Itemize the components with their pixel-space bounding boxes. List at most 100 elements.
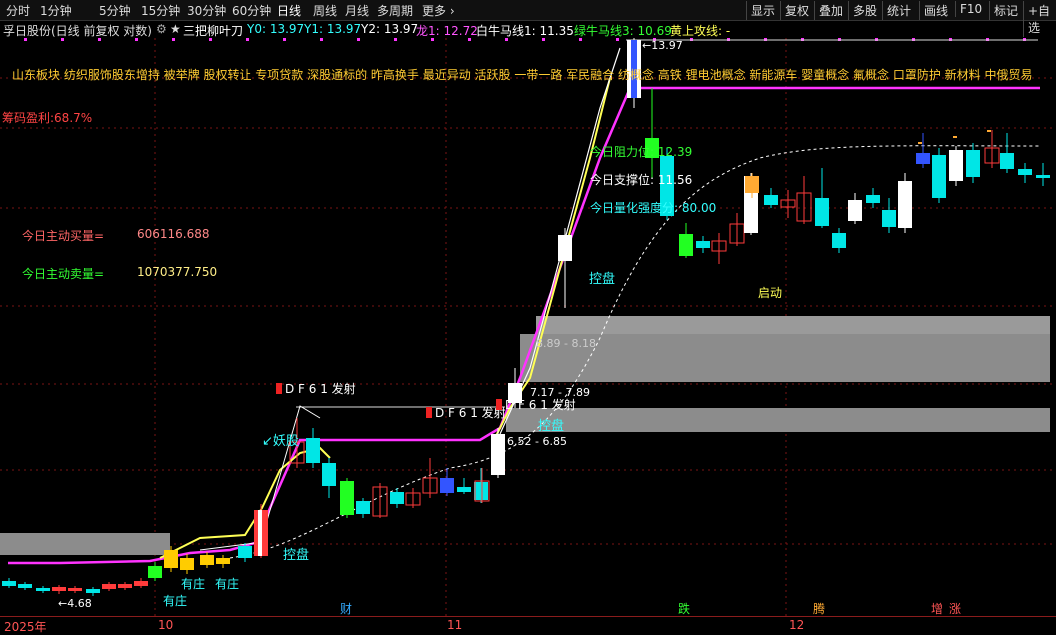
candle-body [491, 434, 505, 475]
tab-weekly[interactable]: 周线 [313, 2, 337, 19]
period-toolbar: 分时 1分钟 5分钟 15分钟 30分钟 60分钟 日线 周线 月线 多周期 更… [0, 0, 1056, 37]
green-line-value: 绿牛马线3: 10.69 [574, 24, 672, 38]
buy-volume-label: 今日主动买量= [22, 229, 105, 243]
strength-label: 今日量化强度分: 80.00 [590, 201, 717, 215]
marker-dot [579, 38, 582, 41]
f10-button[interactable]: F10 [955, 1, 986, 17]
concept-tags: 山东板块 纺织服饰股东增持 被举牌 股权转让 专项贷款 深股通标的 昨高换手 最… [12, 68, 1033, 82]
tab-5min[interactable]: 5分钟 [99, 2, 131, 19]
candle-body [1000, 153, 1014, 169]
display-button[interactable]: 显示 [746, 1, 779, 20]
candle-body [1018, 169, 1032, 175]
df61-signal-3: D F 6 1 发射 [496, 396, 576, 413]
event-cai[interactable]: 财 [340, 600, 352, 617]
event-die[interactable]: 跌 [678, 600, 690, 617]
dragon-value: 龙1: 12.72 [416, 24, 478, 38]
candle-body [148, 566, 162, 578]
tab-multi-period[interactable]: 多周期 [377, 2, 413, 19]
candle-body [390, 492, 404, 504]
marker-dot [505, 38, 508, 41]
band-top-1 [536, 316, 1050, 334]
y0-value: Y0: 13.97 [247, 22, 305, 36]
multi-stock-button[interactable]: 多股 [848, 1, 881, 20]
candle-body [306, 438, 320, 463]
sell-volume-label: 今日主动卖量= [22, 267, 105, 281]
candle-body [558, 235, 572, 261]
band-low [0, 533, 170, 555]
candle-body [356, 501, 370, 514]
marker-dot [24, 38, 27, 41]
candle-body [340, 481, 354, 515]
candle-body [36, 588, 50, 591]
event-teng[interactable]: 腾 [813, 600, 825, 617]
band-mid [506, 408, 1050, 432]
tab-60min[interactable]: 60分钟 [232, 2, 271, 19]
star-icon[interactable]: ★ [170, 22, 181, 36]
candle-body [815, 198, 829, 226]
overlay-button[interactable]: 叠加 [814, 1, 847, 20]
candle-body [916, 153, 930, 164]
candle-body [118, 584, 132, 588]
df61-signal-1: D F 6 1 发射 [276, 380, 356, 397]
candle-body [898, 181, 912, 228]
candle-body [238, 546, 252, 558]
top-price-label: ←13.97 [642, 39, 683, 52]
candle-body [474, 482, 488, 500]
top-marker [953, 136, 957, 138]
candle-body [745, 176, 759, 193]
candle-body [440, 478, 454, 493]
marker-dot [616, 38, 619, 41]
candle-body [86, 589, 100, 593]
price-bands [0, 39, 1050, 555]
candle-body [18, 584, 32, 588]
tab-1min[interactable]: 1分钟 [40, 2, 72, 19]
candle-body [164, 550, 178, 568]
candle-body [180, 558, 194, 570]
marker-dot [542, 38, 545, 41]
axis-month-11: 11 [447, 618, 463, 632]
youzhuang-label-2: 有庄 [215, 577, 240, 591]
candle-body [322, 463, 336, 486]
white-line-value: 白牛马线1: 11.35 [476, 24, 574, 38]
stats-button[interactable]: 统计 [882, 1, 915, 20]
tab-daily[interactable]: 日线 [277, 2, 301, 19]
axis-month-10: 10 [158, 618, 174, 632]
yaogu-label: ↙妖股 [262, 434, 299, 449]
candle-body [52, 587, 66, 591]
chip-profit-label: 筹码盈利:68.7% [2, 111, 93, 125]
kongpan-label-1: 控盘 [589, 272, 616, 287]
marker-dot [431, 38, 434, 41]
kline-chart[interactable] [0, 38, 1056, 616]
tab-30min[interactable]: 30分钟 [187, 2, 226, 19]
candle-body [1036, 175, 1050, 178]
candle-body [932, 155, 946, 198]
event-zeng[interactable]: 增 [931, 600, 943, 617]
y2-value: Y2: 13.97 [361, 22, 419, 36]
band3-label: 6.52 - 6.85 [507, 435, 567, 448]
marker-dot [135, 38, 138, 41]
qidong-label: 启动 [758, 286, 783, 300]
event-zhang[interactable]: 涨 [949, 600, 961, 617]
tab-15min[interactable]: 15分钟 [141, 2, 180, 19]
mark-button[interactable]: 标记 [989, 1, 1022, 20]
candle-body [102, 584, 116, 589]
low-price-label: ←4.68 [58, 597, 92, 610]
kongpan-label-3: 控盘 [283, 548, 310, 563]
indicator-info-bar: 孚日股份(日线 前复权 对数) ⚙ ★ 三把柳叶刀 Y0: 13.97 Y1: … [0, 20, 1056, 38]
indicator-name[interactable]: 三把柳叶刀 [183, 22, 243, 39]
marker-dot [283, 38, 286, 41]
draw-line-button[interactable]: 画线 [919, 1, 952, 20]
axis-year: 2025年 [4, 620, 47, 634]
candle-body [216, 558, 230, 564]
tab-more[interactable]: 更多 › [422, 2, 455, 19]
marker-dot [357, 38, 360, 41]
tab-fenshi[interactable]: 分时 [6, 2, 30, 19]
top-marker [918, 142, 922, 144]
fuquan-button[interactable]: 复权 [780, 1, 813, 20]
buy-volume-value: 606116.688 [137, 227, 210, 241]
settings-icon[interactable]: ⚙ [156, 22, 167, 36]
marker-dot [61, 38, 64, 41]
kongpan-label-2: 控盘 [538, 419, 565, 434]
candle-body [866, 195, 880, 203]
tab-monthly[interactable]: 月线 [345, 2, 369, 19]
